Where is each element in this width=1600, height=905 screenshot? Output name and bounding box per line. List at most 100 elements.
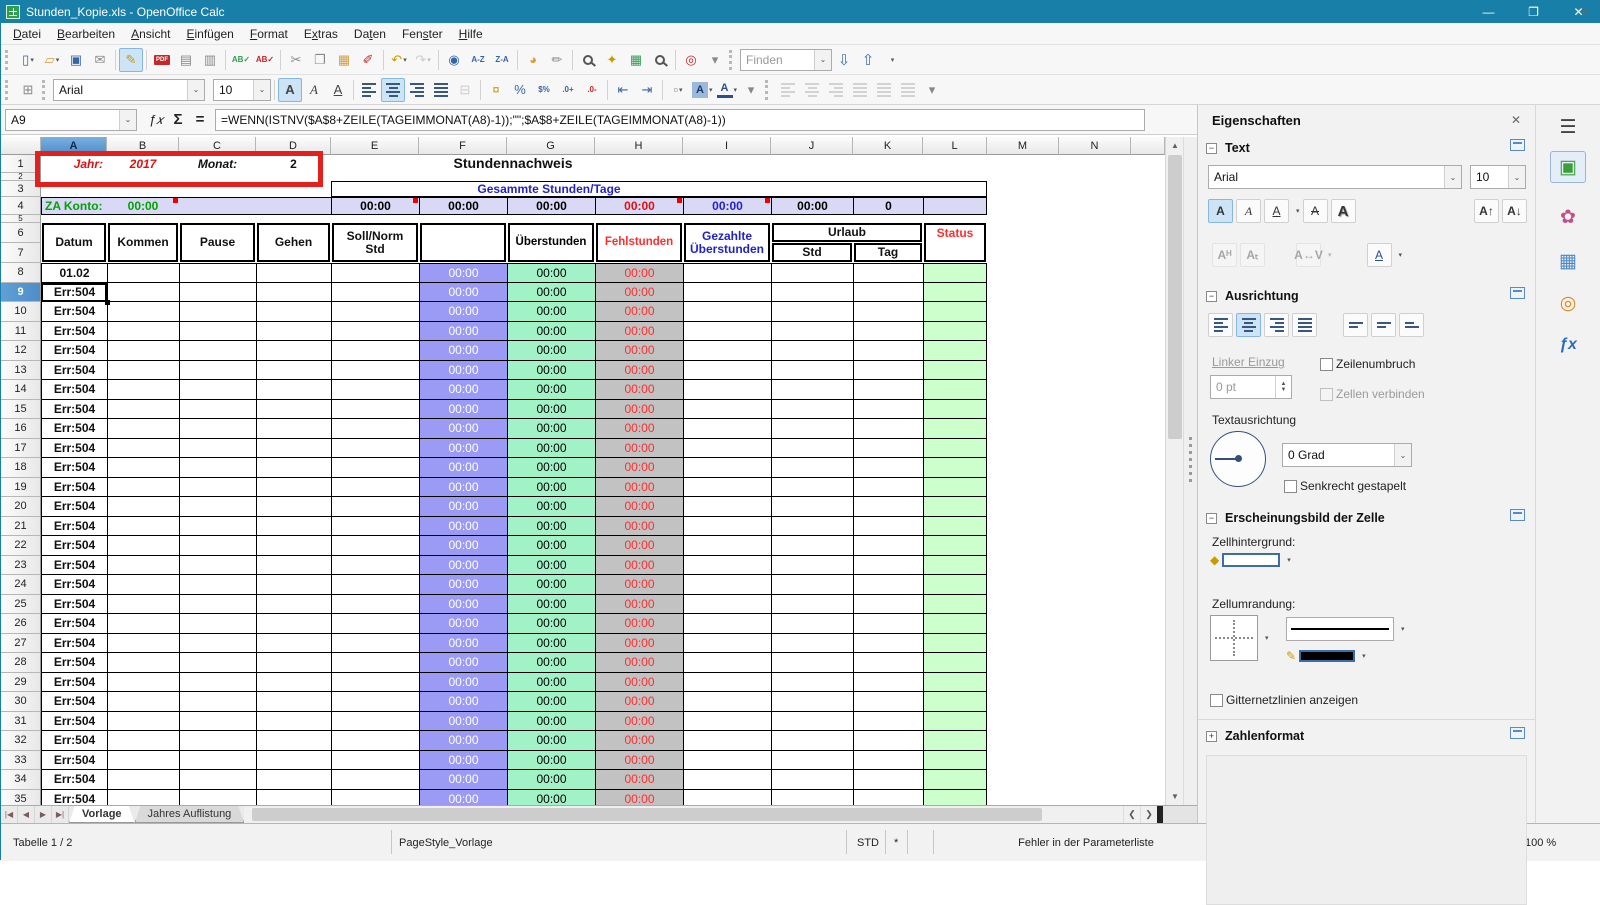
cell-B15[interactable]	[107, 399, 179, 419]
cell-D14[interactable]	[256, 380, 331, 400]
cell-K17[interactable]	[853, 438, 923, 458]
cell-B34[interactable]	[107, 770, 179, 790]
header-ueberstunden[interactable]: Überstunden	[508, 223, 594, 262]
cell-H35[interactable]: 00:00	[595, 789, 683, 805]
merge-cells-checkbox[interactable]	[1320, 387, 1333, 401]
cell-K14[interactable]	[853, 380, 923, 400]
row-header-29[interactable]: 29	[1, 672, 41, 692]
cell-C33[interactable]	[179, 750, 256, 770]
cell-G13[interactable]: 00:00	[507, 360, 595, 380]
cell-J15[interactable]	[771, 399, 853, 419]
cell-J24[interactable]	[771, 575, 853, 595]
cell-K27[interactable]	[853, 633, 923, 653]
column-header-M[interactable]: M	[987, 137, 1059, 155]
cell-C35[interactable]	[179, 789, 256, 805]
header-soll-norm-std[interactable]: Soll/Norm Std	[332, 223, 418, 262]
cell-A31[interactable]: Err:504	[41, 711, 107, 731]
row-header-14[interactable]: 14	[1, 380, 41, 400]
cell-E15[interactable]	[331, 399, 419, 419]
cell-C19[interactable]	[179, 477, 256, 497]
cell-B20[interactable]	[107, 497, 179, 517]
cell-G14[interactable]: 00:00	[507, 380, 595, 400]
cell-F10[interactable]: 00:00	[419, 302, 507, 322]
cell-H17[interactable]: 00:00	[595, 438, 683, 458]
cell-K28[interactable]	[853, 653, 923, 673]
cell-H8[interactable]: 00:00	[595, 263, 683, 283]
font-color-icon[interactable]: A	[1366, 243, 1392, 267]
cell-A16[interactable]: Err:504	[41, 419, 107, 439]
cell-E14[interactable]	[331, 380, 419, 400]
cell-F13[interactable]: 00:00	[419, 360, 507, 380]
row-header-4[interactable]: 4	[1, 197, 41, 215]
cell-E13[interactable]	[331, 360, 419, 380]
name-box[interactable]: A9 ⌄	[5, 108, 137, 131]
align-center-button[interactable]	[381, 77, 405, 102]
sort-descending-button[interactable]: Z-A	[490, 48, 514, 72]
cell-F33[interactable]: 00:00	[419, 750, 507, 770]
cell-background-picker[interactable]: ◆ ▾	[1210, 553, 1291, 567]
cell-I9[interactable]	[683, 282, 771, 302]
header-urlaub-std[interactable]: Std	[772, 243, 852, 262]
row-header-30[interactable]: 30	[1, 692, 41, 712]
cell-H26[interactable]: 00:00	[595, 614, 683, 634]
cell-F9[interactable]: 00:00	[419, 282, 507, 302]
cell-L10[interactable]	[923, 302, 987, 322]
edit-file-button[interactable]: ✎	[119, 47, 143, 72]
cell-B26[interactable]	[107, 614, 179, 634]
sheet-tab-jahres-auflistung[interactable]: Jahres Auflistung	[135, 806, 245, 823]
cell-C29[interactable]	[179, 672, 256, 692]
sort-ascending-button[interactable]: A-Z	[466, 48, 490, 72]
selection-handle[interactable]	[105, 300, 110, 305]
cell-A28[interactable]: Err:504	[41, 653, 107, 673]
cell-B10[interactable]	[107, 302, 179, 322]
menu-fenster[interactable]: Fenster	[394, 25, 451, 43]
page-style[interactable]: PageStyle_Vorlage	[399, 824, 493, 861]
spreadsheet-grid[interactable]: ABCDEFGHIJKLMN 1 2 3 4 5 6 7 8 9 10 11 12 13 14 15 16 17…	[1, 137, 1165, 805]
cell-A34[interactable]: Err:504	[41, 770, 107, 790]
cell-E32[interactable]	[331, 731, 419, 751]
align-objects-left-button[interactable]	[776, 78, 800, 102]
cell-E20[interactable]	[331, 497, 419, 517]
cell-F8[interactable]: 00:00	[419, 263, 507, 283]
font-name-combo[interactable]: Arial ⌄	[53, 78, 205, 101]
cell-C12[interactable]	[179, 341, 256, 361]
row-header-27[interactable]: 27	[1, 633, 41, 653]
collapse-icon[interactable]: −	[1206, 290, 1217, 302]
cell-J28[interactable]	[771, 653, 853, 673]
cell-I32[interactable]	[683, 731, 771, 751]
cell-E19[interactable]	[331, 477, 419, 497]
cell-D9[interactable]	[256, 282, 331, 302]
cell-G21[interactable]: 00:00	[507, 516, 595, 536]
selection-mode[interactable]: STD	[857, 824, 879, 861]
cell-E16[interactable]	[331, 419, 419, 439]
italic-button[interactable]: A	[1236, 199, 1261, 223]
cell-G27[interactable]: 00:00	[507, 633, 595, 653]
cell-L24[interactable]	[923, 575, 987, 595]
cell-I4[interactable]: 00:00	[683, 197, 771, 215]
cell-L20[interactable]	[923, 497, 987, 517]
last-sheet-icon[interactable]: ▶|	[52, 806, 69, 823]
cell-F30[interactable]: 00:00	[419, 692, 507, 712]
cell-F23[interactable]: 00:00	[419, 555, 507, 575]
cell-G8[interactable]: 00:00	[507, 263, 595, 283]
formula-input[interactable]: =WENN(ISTNV($A$8+ZEILE(TAGEIMMONAT(A8)-1…	[215, 108, 1145, 131]
cell-E8[interactable]	[331, 263, 419, 283]
cell-C10[interactable]	[179, 302, 256, 322]
cell-J21[interactable]	[771, 516, 853, 536]
row-header-15[interactable]: 15	[1, 399, 41, 419]
cell-H21[interactable]: 00:00	[595, 516, 683, 536]
cell-I15[interactable]	[683, 399, 771, 419]
cell-D10[interactable]	[256, 302, 331, 322]
gallery-button[interactable]: ▦	[624, 48, 648, 72]
horizontal-scrollbar[interactable]	[244, 806, 1123, 823]
cell-J32[interactable]	[771, 731, 853, 751]
align-dialog-launcher-icon[interactable]	[1510, 287, 1525, 299]
find-up-icon[interactable]: ⇧	[856, 48, 880, 72]
row-header-18[interactable]: 18	[1, 458, 41, 478]
cell-I18[interactable]	[683, 458, 771, 478]
cell-F26[interactable]: 00:00	[419, 614, 507, 634]
cell-A14[interactable]: Err:504	[41, 380, 107, 400]
header-gezahlte-ueberstunden[interactable]: Gezahlte Überstunden	[684, 223, 770, 262]
find-replace-button[interactable]	[576, 48, 600, 72]
row-header-33[interactable]: 33	[1, 750, 41, 770]
